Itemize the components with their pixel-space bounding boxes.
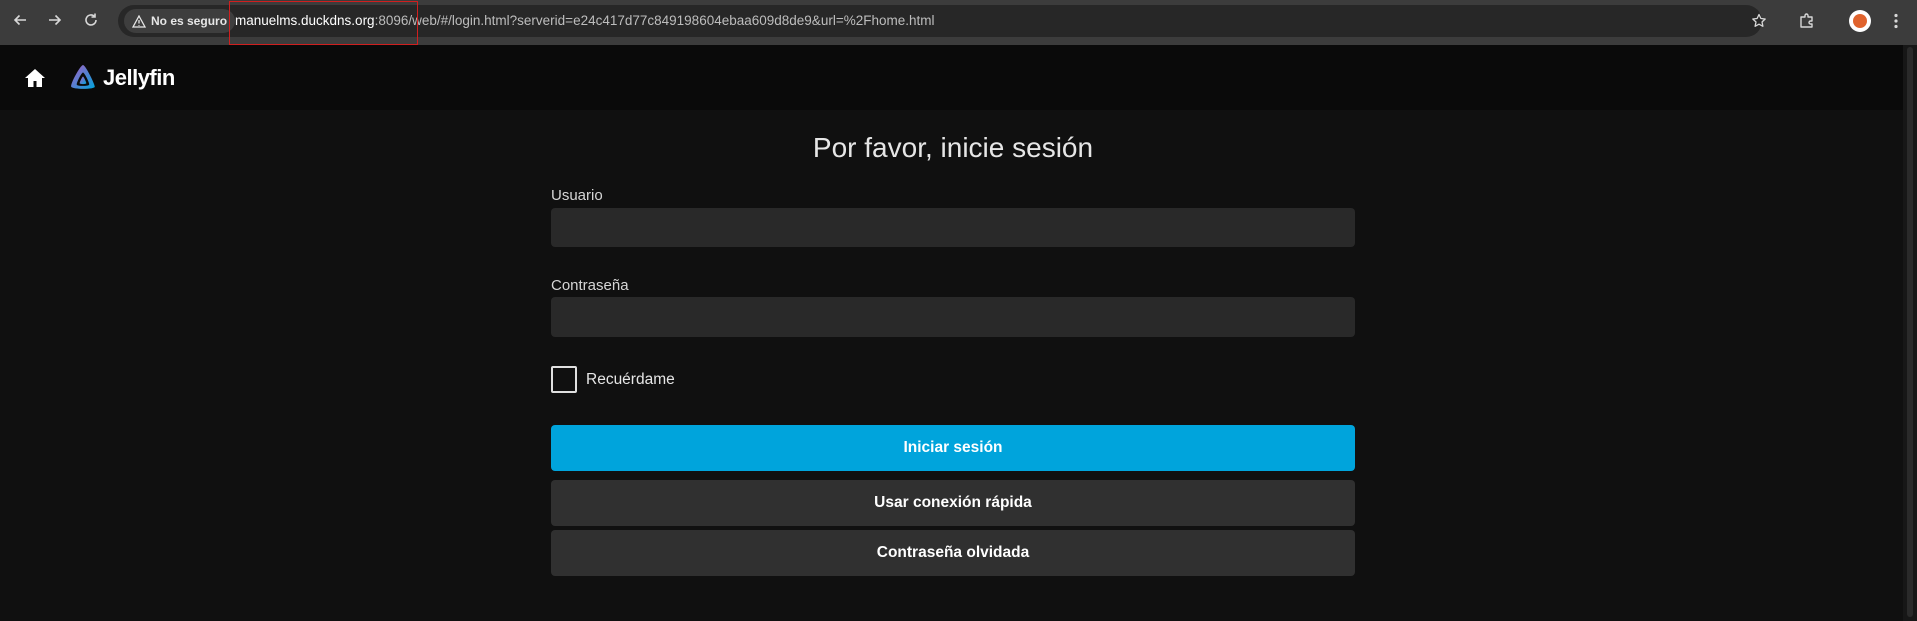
password-input[interactable] — [551, 297, 1355, 337]
remember-me-label[interactable]: Recuérdame — [586, 371, 675, 389]
back-icon[interactable] — [9, 9, 31, 31]
browser-toolbar: No es seguro manuelms.duckdns.org:8096/w… — [0, 0, 1917, 45]
forward-icon[interactable] — [44, 9, 66, 31]
remember-me[interactable]: Recuérdame — [551, 366, 675, 393]
brand-name: Jellyfin — [103, 65, 175, 90]
url-text[interactable]: manuelms.duckdns.org:8096/web/#/login.ht… — [235, 5, 935, 37]
login-form: Por favor, inicie sesión Usuario Contras… — [551, 110, 1355, 576]
forgot-password-button[interactable]: Contraseña olvidada — [551, 530, 1355, 576]
page-scrollbar[interactable] — [1903, 45, 1917, 621]
url-path: :8096/web/#/login.html?serverid=e24c417d… — [374, 13, 935, 28]
home-icon[interactable] — [22, 65, 48, 91]
username-label: Usuario — [551, 187, 603, 204]
password-label: Contraseña — [551, 277, 629, 294]
sign-in-button[interactable]: Iniciar sesión — [551, 425, 1355, 471]
warning-icon — [132, 14, 146, 28]
remember-me-checkbox[interactable] — [551, 366, 577, 393]
security-chip[interactable]: No es seguro — [124, 9, 236, 33]
bookmark-star-icon[interactable] — [1747, 9, 1771, 33]
scrollbar-thumb[interactable] — [1907, 47, 1913, 617]
address-bar[interactable]: No es seguro manuelms.duckdns.org:8096/w… — [118, 5, 1762, 37]
quick-connect-button[interactable]: Usar conexión rápida — [551, 480, 1355, 526]
reload-icon[interactable] — [80, 9, 102, 31]
extensions-icon[interactable] — [1795, 9, 1819, 33]
profile-avatar[interactable] — [1849, 10, 1871, 32]
app-header: Jellyfin — [0, 45, 1903, 110]
page-title: Por favor, inicie sesión — [812, 132, 1094, 163]
username-input[interactable] — [551, 208, 1355, 247]
security-chip-label: No es seguro — [151, 14, 228, 28]
jellyfin-logo[interactable]: Jellyfin — [68, 62, 175, 94]
jellyfin-logo-icon — [71, 65, 95, 89]
url-host: manuelms.duckdns.org — [235, 13, 375, 28]
browser-menu-icon[interactable] — [1886, 9, 1906, 33]
